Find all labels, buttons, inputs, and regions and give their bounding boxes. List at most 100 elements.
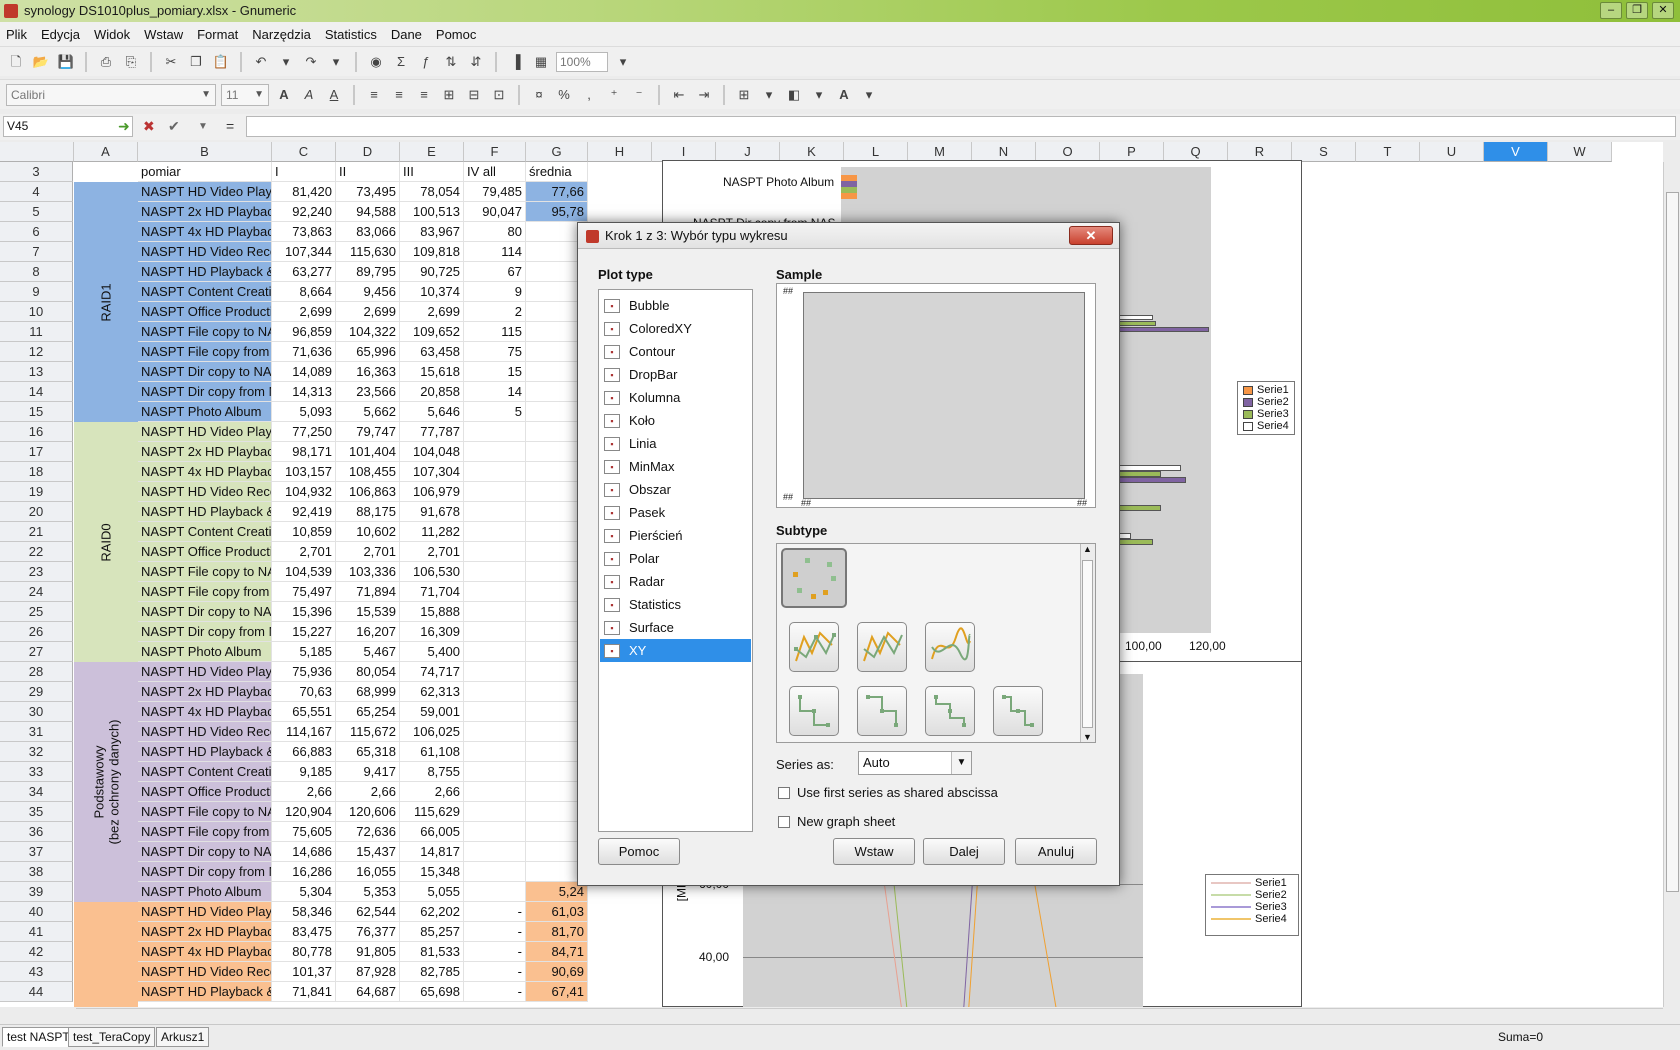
scroll-up-icon[interactable]: ▲ [1083, 544, 1092, 554]
cell-value[interactable]: 109,652 [400, 322, 464, 342]
cell-value[interactable]: 16,363 [336, 362, 400, 382]
cell-pomiar[interactable]: NASPT Dir copy from NAS [138, 382, 272, 402]
subtype-scatter-markers[interactable] [781, 548, 847, 608]
underline-icon[interactable]: A [324, 85, 344, 105]
cell-value[interactable]: 5,662 [336, 402, 400, 422]
cell-value[interactable]: 16,207 [336, 622, 400, 642]
cell-value[interactable]: 9,456 [336, 282, 400, 302]
column-header-h[interactable]: H [588, 142, 652, 162]
menu-format[interactable]: Format [197, 27, 238, 42]
row-header[interactable]: 5 [0, 202, 73, 222]
cell-value[interactable] [464, 602, 526, 622]
plot-type-pierścień[interactable]: ▪ Pierścień [600, 524, 751, 547]
cell-average[interactable]: 77,66 [526, 182, 588, 202]
font-name-input[interactable]: Calibri ▼ [6, 83, 216, 106]
cell-pomiar[interactable]: NASPT File copy from NAS [138, 822, 272, 842]
cell-value[interactable]: 5,055 [400, 882, 464, 902]
goto-arrow-icon[interactable]: ➜ [118, 118, 130, 135]
plot-type-pasek[interactable]: ▪ Pasek [600, 501, 751, 524]
plot-type-contour[interactable]: ▪ Contour [600, 340, 751, 363]
cell-value[interactable]: 15 [464, 362, 526, 382]
sheet-tab-test-naspt[interactable]: test NASPT [2, 1027, 75, 1047]
maximize-button[interactable]: ❐ [1626, 2, 1648, 19]
cell-pomiar[interactable]: NASPT Dir copy from NAS [138, 622, 272, 642]
subtype-step-4[interactable] [993, 686, 1043, 736]
cell-pomiar[interactable]: NASPT File copy from NAS [138, 342, 272, 362]
cell-value[interactable]: 92,419 [272, 502, 336, 522]
cell-pomiar[interactable]: NASPT Content Creation [138, 762, 272, 782]
increase-indent-icon[interactable]: ⇥ [694, 85, 714, 105]
cancel-button[interactable]: Anuluj [1015, 838, 1097, 865]
column-header-g[interactable]: G [526, 142, 588, 162]
row-header[interactable]: 7 [0, 242, 73, 262]
plot-type-koło[interactable]: ▪ Koło [600, 409, 751, 432]
cell-value[interactable]: 5,467 [336, 642, 400, 662]
cell-value[interactable]: 73,863 [272, 222, 336, 242]
cell-value[interactable]: 114 [464, 242, 526, 262]
row-header[interactable]: 28 [0, 662, 73, 682]
print-icon[interactable]: ⎙ [96, 52, 116, 72]
cell-value[interactable]: 15,437 [336, 842, 400, 862]
column-header-e[interactable]: E [400, 142, 464, 162]
align-left-icon[interactable]: ≡ [364, 85, 384, 105]
cell-value[interactable]: 120,606 [336, 802, 400, 822]
cell-value[interactable]: 16,286 [272, 862, 336, 882]
cell-value[interactable]: 81,420 [272, 182, 336, 202]
cell-value[interactable]: - [464, 902, 526, 922]
cell-value[interactable]: 14,686 [272, 842, 336, 862]
row-header[interactable]: 37 [0, 842, 73, 862]
cell-reference-input[interactable]: V45 [3, 116, 133, 137]
subtype-lines-markers[interactable] [789, 622, 839, 672]
cell-value[interactable]: 62,313 [400, 682, 464, 702]
cell-pomiar[interactable]: NASPT Photo Album [138, 642, 272, 662]
row-header[interactable]: 3 [0, 162, 73, 182]
cancel-edit-icon[interactable]: ✖ [143, 118, 155, 135]
column-header-v[interactable]: V [1484, 142, 1548, 162]
row-header[interactable]: 35 [0, 802, 73, 822]
plot-type-list[interactable]: ▪ Bubble ▪ ColoredXY ▪ Contour ▪ DropBar ▪ Kolumn… [598, 289, 753, 832]
row-header[interactable]: 10 [0, 302, 73, 322]
cell-value[interactable]: 73,495 [336, 182, 400, 202]
row-header[interactable]: 14 [0, 382, 73, 402]
row-header[interactable]: 43 [0, 962, 73, 982]
cell-value[interactable]: 90,725 [400, 262, 464, 282]
cell-pomiar[interactable]: NASPT 2x HD Playback [138, 442, 272, 462]
cell-value[interactable]: 5,646 [400, 402, 464, 422]
cell-value[interactable]: 79,747 [336, 422, 400, 442]
cell-value[interactable]: 5,185 [272, 642, 336, 662]
cell-value[interactable]: 5 [464, 402, 526, 422]
column-header-b[interactable]: B [138, 142, 272, 162]
plot-type-kolumna[interactable]: ▪ Kolumna [600, 386, 751, 409]
cell-value[interactable]: - [464, 942, 526, 962]
subtype-scroll-thumb[interactable] [1082, 560, 1093, 728]
formula-dropdown-icon[interactable]: ▼ [198, 121, 208, 132]
cell-value[interactable]: 66,005 [400, 822, 464, 842]
cell-value[interactable]: 9,185 [272, 762, 336, 782]
cell-pomiar[interactable]: NASPT 4x HD Playback [138, 462, 272, 482]
cell-average[interactable]: 95,78 [526, 202, 588, 222]
row-header[interactable]: 9 [0, 282, 73, 302]
cell-value[interactable]: 79,485 [464, 182, 526, 202]
cell-pomiar[interactable]: NASPT File copy to NAS [138, 802, 272, 822]
cell-value[interactable]: 75,497 [272, 582, 336, 602]
cell-pomiar[interactable]: NASPT File copy from NAS [138, 582, 272, 602]
cell-value[interactable]: 106,530 [400, 562, 464, 582]
row-header[interactable]: 15 [0, 402, 73, 422]
cell-value[interactable]: 8,755 [400, 762, 464, 782]
cell-value[interactable] [464, 422, 526, 442]
row-header[interactable]: 31 [0, 722, 73, 742]
zoom-input[interactable]: 100% [556, 51, 608, 72]
row-header[interactable]: 8 [0, 262, 73, 282]
cell-value[interactable] [464, 822, 526, 842]
row-header[interactable]: 42 [0, 942, 73, 962]
plot-type-xy[interactable]: ▪ XY [600, 639, 751, 662]
cell-value[interactable]: 65,996 [336, 342, 400, 362]
cell-value[interactable]: 5,093 [272, 402, 336, 422]
cell-value[interactable]: 114,167 [272, 722, 336, 742]
cell-pomiar[interactable]: NASPT 4x HD Playback [138, 942, 272, 962]
shared-abscissa-checkbox[interactable]: Use first series as shared abscissa [778, 785, 998, 800]
undo-dropdown-icon[interactable]: ▾ [276, 52, 296, 72]
cell-value[interactable]: 91,678 [400, 502, 464, 522]
corner-header[interactable] [0, 142, 74, 162]
cell-value[interactable]: 104,322 [336, 322, 400, 342]
